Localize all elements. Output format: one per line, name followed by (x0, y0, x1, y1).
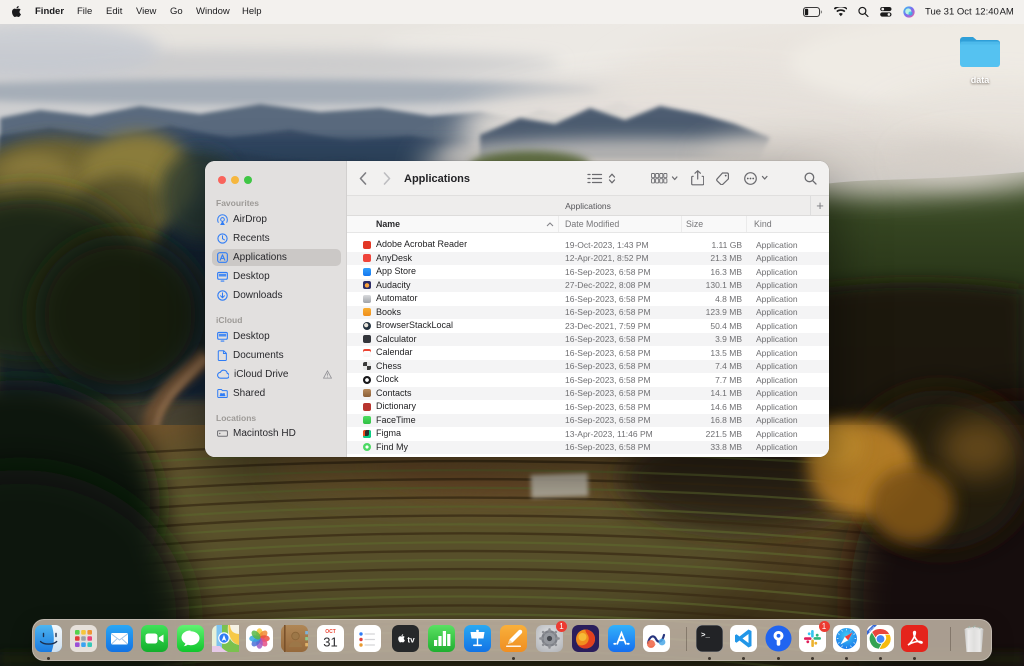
svg-text:31: 31 (323, 635, 337, 650)
svg-text:tv: tv (407, 636, 415, 645)
svg-text:>_: >_ (701, 632, 711, 640)
